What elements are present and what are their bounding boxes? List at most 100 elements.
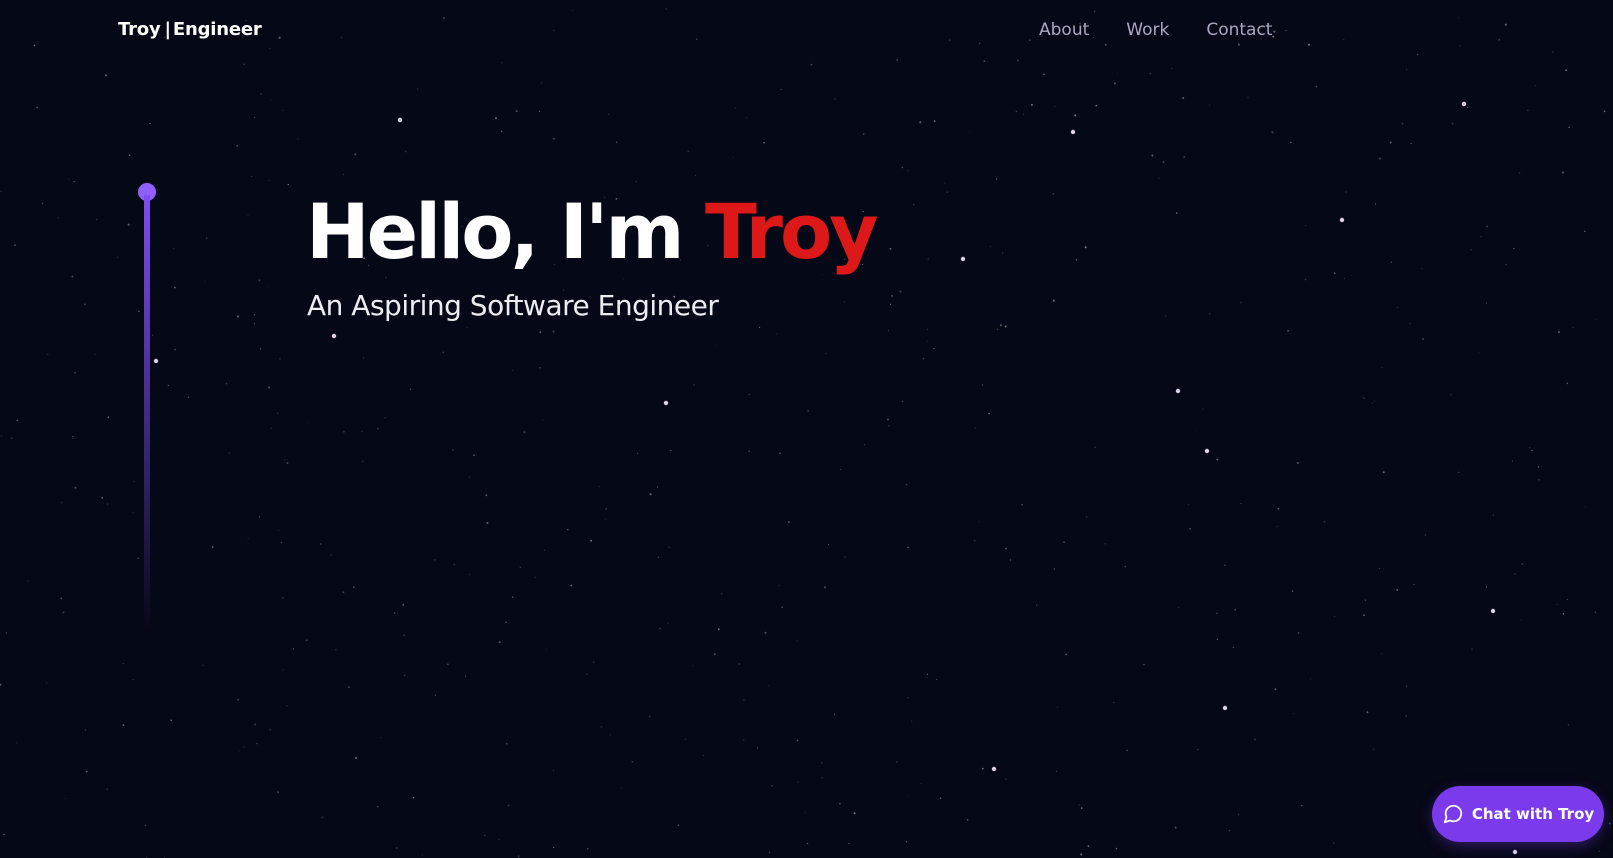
- star: [404, 150, 407, 153]
- star: [1594, 319, 1596, 320]
- star: [253, 314, 256, 316]
- star: [743, 739, 745, 741]
- star: [286, 705, 288, 707]
- star: [919, 121, 922, 124]
- star: [1208, 313, 1211, 315]
- star: [361, 460, 364, 463]
- portfolio-page: Troy | Engineer About Work Contact Hello, …: [0, 0, 1613, 858]
- chat-button-label: Chat with Troy: [1471, 805, 1595, 823]
- star: [1301, 805, 1303, 807]
- star: [748, 450, 751, 453]
- star: [911, 720, 913, 722]
- star: [409, 388, 412, 390]
- star: [442, 351, 445, 354]
- star: [243, 746, 245, 748]
- star: [10, 437, 13, 440]
- star: [1240, 302, 1242, 304]
- star: [1366, 711, 1369, 714]
- star: [839, 802, 841, 805]
- star: [1274, 688, 1277, 691]
- star: [1209, 104, 1210, 106]
- star: [1421, 268, 1423, 270]
- star: [933, 347, 935, 350]
- bright-star: [991, 766, 997, 772]
- nav-link-about[interactable]: About: [1039, 20, 1089, 40]
- star: [810, 63, 813, 66]
- star: [1518, 172, 1521, 174]
- star: [907, 546, 910, 549]
- star: [1451, 122, 1454, 125]
- star: [1410, 142, 1412, 145]
- star: [853, 812, 856, 815]
- star: [260, 348, 262, 350]
- star: [277, 791, 279, 793]
- star: [844, 556, 846, 558]
- star: [254, 116, 256, 119]
- star: [36, 106, 38, 108]
- star: [204, 280, 206, 282]
- star: [5, 632, 8, 634]
- star: [1074, 114, 1077, 117]
- star: [1485, 302, 1487, 304]
- star: [1363, 614, 1365, 617]
- star: [848, 842, 850, 844]
- star: [748, 393, 750, 396]
- nav-link-work[interactable]: Work: [1126, 20, 1169, 40]
- brand-logo[interactable]: Troy | Engineer: [118, 19, 262, 40]
- star: [1113, 82, 1116, 85]
- star: [570, 584, 573, 587]
- star: [590, 539, 593, 542]
- star: [714, 344, 716, 346]
- star: [3, 833, 5, 836]
- star: [16, 742, 18, 744]
- star: [824, 586, 826, 589]
- star: [656, 486, 659, 488]
- star: [1202, 408, 1204, 410]
- star: [1232, 646, 1234, 649]
- star: [122, 724, 125, 727]
- star: [605, 508, 607, 510]
- star: [282, 597, 284, 599]
- star: [485, 494, 488, 497]
- star: [732, 156, 734, 158]
- star: [128, 154, 131, 156]
- star: [84, 303, 86, 305]
- star: [905, 483, 908, 486]
- star: [1556, 604, 1558, 605]
- star: [1178, 607, 1179, 609]
- star: [539, 331, 542, 334]
- star: [764, 631, 767, 634]
- bright-star: [1204, 448, 1210, 454]
- star: [72, 438, 74, 440]
- star: [1413, 584, 1415, 586]
- star: [106, 788, 108, 790]
- star: [1291, 590, 1294, 592]
- star: [542, 419, 543, 421]
- star: [907, 696, 909, 699]
- star: [101, 496, 104, 499]
- chat-with-troy-button[interactable]: Chat with Troy: [1432, 786, 1604, 842]
- star: [1043, 73, 1045, 76]
- star: [763, 142, 765, 144]
- star: [636, 452, 638, 454]
- star: [117, 256, 119, 258]
- nav-link-contact[interactable]: Contact: [1206, 20, 1272, 40]
- star: [1480, 236, 1482, 238]
- bright-star: [1175, 388, 1181, 394]
- star: [258, 516, 261, 518]
- star: [738, 663, 740, 665]
- star: [1126, 749, 1128, 752]
- star: [820, 761, 823, 764]
- star: [247, 215, 249, 217]
- star: [1189, 527, 1191, 530]
- star: [825, 353, 827, 354]
- star: [545, 648, 547, 650]
- star: [278, 529, 280, 532]
- star: [1075, 259, 1077, 261]
- star: [1115, 847, 1118, 850]
- star: [1521, 563, 1524, 566]
- star: [807, 409, 810, 412]
- star: [922, 357, 925, 360]
- star: [347, 686, 350, 689]
- star: [1486, 225, 1488, 228]
